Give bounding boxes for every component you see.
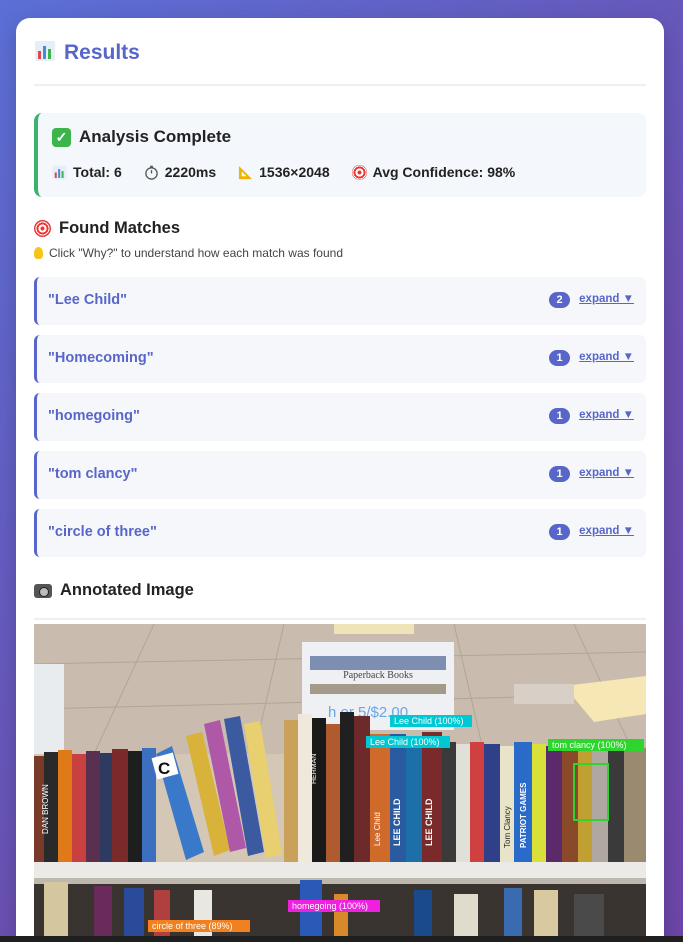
expand-button[interactable]: expand ▼ <box>579 351 634 363</box>
match-item[interactable]: "circle of three" 1 expand ▼ <box>34 509 646 557</box>
spine-text: Lee Child <box>373 812 382 846</box>
annotated-image-heading: Annotated Image <box>34 581 194 600</box>
results-header: Results <box>34 40 646 86</box>
expand-button[interactable]: expand ▼ <box>579 525 634 537</box>
match-item[interactable]: "tom clancy" 1 expand ▼ <box>34 451 646 499</box>
spine-text: Tom Clancy <box>503 806 512 848</box>
match-name: "circle of three" <box>48 524 157 540</box>
spine-text: DAN BROWN <box>41 784 50 834</box>
matches-hint: Click "Why?" to understand how each matc… <box>34 246 343 260</box>
match-name: "Lee Child" <box>48 292 128 308</box>
spine-text: C <box>158 759 170 778</box>
summary-title: ✓ Analysis Complete <box>52 127 231 147</box>
detection-label: Lee Child (100%) <box>370 737 440 747</box>
spine-text: HERMAN <box>311 754 318 784</box>
stat-size-value: 1536×2048 <box>259 164 330 180</box>
summary-stats: Total: 6 2220ms 1536×2048 Avg Confidence… <box>52 164 515 180</box>
stat-total: Total: 6 <box>52 164 122 180</box>
sign-text: Paperback Books <box>343 670 413 681</box>
match-name: "tom clancy" <box>48 466 138 482</box>
match-name: "homegoing" <box>48 408 140 424</box>
stat-size: 1536×2048 <box>238 164 330 180</box>
detection-label: tom clancy (100%) <box>552 740 627 750</box>
bar-chart-icon <box>35 41 55 61</box>
triangle-ruler-icon <box>239 165 253 179</box>
spine-text: LEE CHILD <box>392 798 402 846</box>
stat-total-value: Total: 6 <box>73 164 122 180</box>
match-item[interactable]: "Homecoming" 1 expand ▼ <box>34 335 646 383</box>
summary-title-text: Analysis Complete <box>79 127 232 146</box>
match-count-badge: 1 <box>549 466 570 482</box>
spine-text: PATRIOT GAMES <box>519 782 528 848</box>
match-item[interactable]: "homegoing" 1 expand ▼ <box>34 393 646 441</box>
match-name: "Homecoming" <box>48 350 154 366</box>
match-count-badge: 2 <box>549 292 570 308</box>
stat-confidence: Avg Confidence: 98% <box>351 164 516 180</box>
check-icon: ✓ <box>52 127 71 147</box>
camera-icon <box>34 583 52 598</box>
expand-button[interactable]: expand ▼ <box>579 467 634 479</box>
detection-label: circle of three (89%) <box>152 921 233 931</box>
page-title: Results <box>64 41 140 64</box>
matches-hint-text: Click "Why?" to understand how each matc… <box>49 246 343 260</box>
bookshelf-photo: Paperback Books h or 5/$2.00 DAN BROWN L… <box>34 624 646 942</box>
spine-text: LEE CHILD <box>424 798 434 846</box>
stat-time: 2220ms <box>144 164 216 180</box>
expand-button[interactable]: expand ▼ <box>579 409 634 421</box>
found-matches-heading: Found Matches <box>34 219 180 238</box>
annotated-image: Paperback Books h or 5/$2.00 DAN BROWN L… <box>34 624 646 942</box>
analysis-summary: ✓ Analysis Complete Total: 6 2220ms 1536… <box>34 113 646 197</box>
target-icon <box>351 164 367 180</box>
match-item[interactable]: "Lee Child" 2 expand ▼ <box>34 277 646 325</box>
detection-label: homegoing (100%) <box>292 901 368 911</box>
taskbar <box>0 936 683 942</box>
match-count-badge: 1 <box>549 408 570 424</box>
match-count-badge: 1 <box>549 524 570 540</box>
stat-confidence-value: Avg Confidence: 98% <box>372 164 516 180</box>
results-card: Results ✓ Analysis Complete Total: 6 222… <box>16 18 664 942</box>
found-matches-title: Found Matches <box>59 219 181 237</box>
target-icon <box>34 220 51 237</box>
detection-label: Lee Child (100%) <box>394 716 464 726</box>
match-count-badge: 1 <box>549 350 570 366</box>
bar-chart-icon <box>52 165 67 179</box>
divider <box>34 618 646 620</box>
stat-time-value: 2220ms <box>164 164 217 180</box>
match-list: "Lee Child" 2 expand ▼ "Homecoming" 1 ex… <box>34 277 646 567</box>
stopwatch-icon <box>144 165 158 180</box>
annotated-image-title: Annotated Image <box>60 581 194 599</box>
lightbulb-icon <box>34 247 43 259</box>
expand-button[interactable]: expand ▼ <box>579 293 634 305</box>
